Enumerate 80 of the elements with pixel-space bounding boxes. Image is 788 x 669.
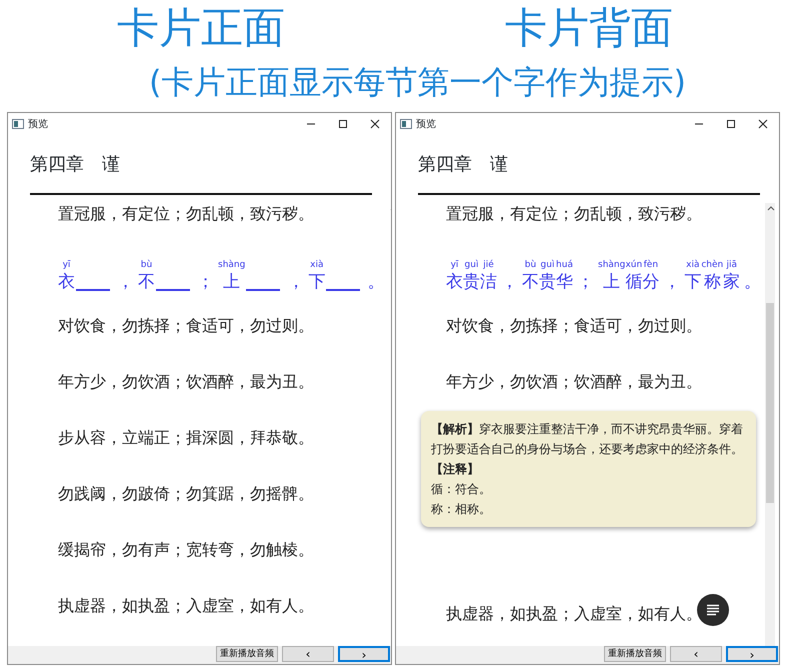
verse-line: 缓揭帘，勿有声；宽转弯，勿触棱。 bbox=[58, 540, 314, 559]
previous-button[interactable]: ‹ bbox=[670, 646, 722, 662]
pinyin-text: shàng bbox=[598, 259, 626, 271]
replay-audio-button[interactable]: 重新播放音频 bbox=[604, 646, 666, 662]
previous-button[interactable]: ‹ bbox=[282, 646, 334, 662]
caption-title: 卡片正面 bbox=[117, 2, 285, 54]
verse-line: 置冠服，有定位；勿乱顿，致污秽。 bbox=[58, 204, 314, 223]
fill-in-line bbox=[76, 289, 110, 291]
hint-character: 循 bbox=[625, 271, 642, 293]
chapter-heading: 第四章 谨 bbox=[30, 154, 120, 175]
pinyin-text: yī bbox=[62, 259, 70, 271]
pinyin-text: huá bbox=[556, 259, 573, 271]
hint-character: 下 bbox=[684, 271, 702, 293]
maximize-icon[interactable] bbox=[338, 119, 348, 129]
punctuation: 。 bbox=[367, 271, 384, 293]
fill-in-line bbox=[246, 289, 280, 291]
hint-character: 不 bbox=[522, 271, 539, 293]
punctuation: 。 bbox=[744, 271, 762, 293]
hint-character: 上 bbox=[603, 271, 620, 293]
punctuation: ， bbox=[117, 271, 134, 293]
verse-line: 对饮食，勿拣择；食适可，勿过则。 bbox=[446, 316, 702, 335]
pinyin-text: chèn bbox=[701, 259, 724, 271]
hint-character: 下 bbox=[308, 271, 326, 293]
pinyin-text: jiā bbox=[726, 259, 737, 271]
punctuation: ， bbox=[663, 271, 680, 293]
punctuation: ； bbox=[577, 271, 594, 293]
caption-title: 卡片背面 bbox=[505, 2, 673, 54]
hint-character: 贵 bbox=[463, 271, 480, 293]
hint-character: 贵 bbox=[539, 271, 556, 293]
hint-character: 衣 bbox=[446, 271, 463, 293]
punctuation: ， bbox=[287, 271, 304, 293]
fill-in-line bbox=[156, 289, 190, 291]
hint-character: 分 bbox=[642, 271, 660, 293]
pinyin-text: guì bbox=[540, 259, 554, 271]
window-title: 预览 bbox=[416, 118, 436, 132]
explanation-text: 【解析】穿衣服要注重整洁干净，而不讲究昂贵华丽。穿着打扮要适合自己的身份与场合，还要考虑家中的经济条件。 bbox=[431, 421, 744, 458]
close-icon[interactable] bbox=[758, 119, 768, 129]
pinyin-text: bù bbox=[524, 259, 536, 271]
verse-line: 对饮食，勿拣择；食适可，勿过则。 bbox=[58, 316, 314, 335]
verse-line: 勿践阈，勿跛倚；勿箕踞，勿摇髀。 bbox=[58, 484, 314, 503]
pinyin-text: guì bbox=[464, 259, 478, 271]
pinyin-text: shàng bbox=[218, 259, 246, 271]
verse-line: 置冠服，有定位；勿乱顿，致污秽。 bbox=[446, 204, 702, 223]
pinyin-text: xià bbox=[310, 259, 324, 271]
app-icon bbox=[12, 119, 24, 129]
note-heading: 【注释】 bbox=[431, 461, 480, 478]
explanation-text: 循：符合。 bbox=[431, 481, 492, 498]
close-icon[interactable] bbox=[370, 119, 380, 129]
pinyin-text: yī bbox=[450, 259, 458, 271]
fill-in-line bbox=[326, 289, 360, 291]
pinyin-text: jié bbox=[483, 259, 494, 271]
window-title: 预览 bbox=[28, 118, 48, 132]
verse-line: 执虚器，如执盈；入虚室，如有人。 bbox=[58, 596, 314, 615]
explanation-text: 称：相称。 bbox=[431, 501, 492, 518]
replay-audio-button[interactable]: 重新播放音频 bbox=[216, 646, 278, 662]
app-icon bbox=[400, 119, 412, 129]
caption-subtitle: (卡片正面显示每节第一个字作为提示) bbox=[149, 62, 686, 103]
verse-line: 步从容，立端正；揖深圆，拜恭敬。 bbox=[58, 428, 314, 447]
punctuation: ； bbox=[197, 271, 214, 293]
menu-button[interactable] bbox=[697, 594, 729, 626]
pinyin-text: bù bbox=[140, 259, 152, 271]
next-button[interactable]: › bbox=[726, 646, 778, 662]
hint-character: 衣 bbox=[58, 271, 75, 293]
maximize-icon[interactable] bbox=[726, 119, 736, 129]
menu-icon bbox=[706, 604, 720, 616]
pinyin-text: xià bbox=[686, 259, 700, 271]
verse-line: 年方少，勿饮酒；饮酒醉，最为丑。 bbox=[446, 372, 702, 391]
hint-character: 上 bbox=[223, 271, 240, 293]
pinyin-text: fèn bbox=[644, 259, 658, 271]
hint-character: 家 bbox=[723, 271, 740, 293]
punctuation: ， bbox=[501, 271, 518, 293]
hint-character: 称 bbox=[704, 271, 721, 293]
verse-line: 年方少，勿饮酒；饮酒醉，最为丑。 bbox=[58, 372, 314, 391]
hint-character: 洁 bbox=[480, 271, 497, 293]
hint-character: 不 bbox=[138, 271, 155, 293]
chapter-heading: 第四章 谨 bbox=[418, 154, 508, 175]
pinyin-text: xún bbox=[625, 259, 642, 271]
hint-character: 华 bbox=[556, 271, 573, 293]
next-button[interactable]: › bbox=[338, 646, 390, 662]
verse-line: 执虚器，如执盈；入虚室，如有人。 bbox=[446, 604, 702, 623]
